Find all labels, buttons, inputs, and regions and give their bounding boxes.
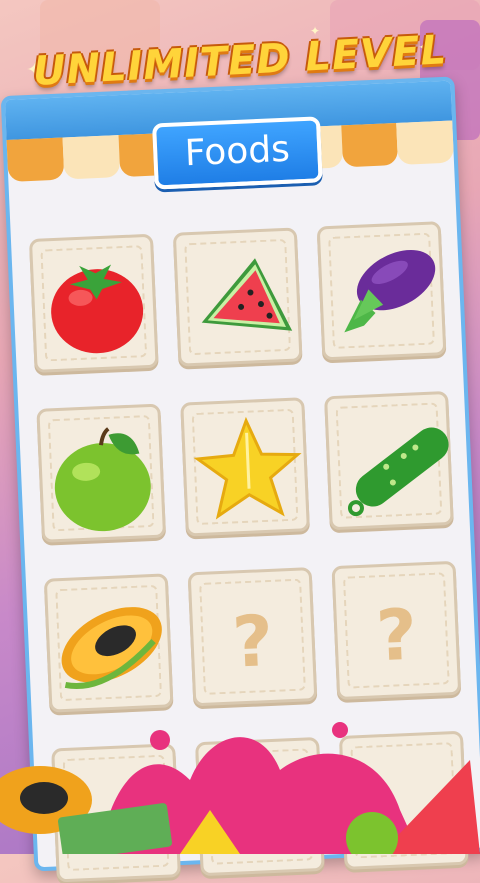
question-mark: ? <box>230 599 275 684</box>
papaya-icon <box>61 607 162 689</box>
food-card-watermelon[interactable] <box>172 227 303 367</box>
food-card-cucumber[interactable] <box>324 390 454 531</box>
tomato-icon <box>51 264 144 354</box>
locked-card[interactable]: ? <box>187 567 318 707</box>
food-card-eggplant[interactable] <box>316 221 447 361</box>
cucumber-icon <box>347 427 449 517</box>
starfruit-icon <box>193 416 302 520</box>
food-card-green-apple[interactable] <box>36 403 167 543</box>
food-card-tomato[interactable] <box>28 233 159 373</box>
locked-card[interactable]: ? <box>331 560 462 701</box>
eggplant-icon <box>344 249 436 333</box>
question-mark: ? <box>374 593 419 678</box>
green-apple-icon <box>54 427 151 532</box>
food-grid: ? ? <box>28 221 469 883</box>
fruit-splash-decoration <box>0 722 480 854</box>
food-card-starfruit[interactable] <box>180 397 310 537</box>
panel-title: Foods <box>152 116 323 190</box>
watermelon-icon <box>201 258 293 331</box>
food-card-papaya[interactable] <box>43 573 174 713</box>
